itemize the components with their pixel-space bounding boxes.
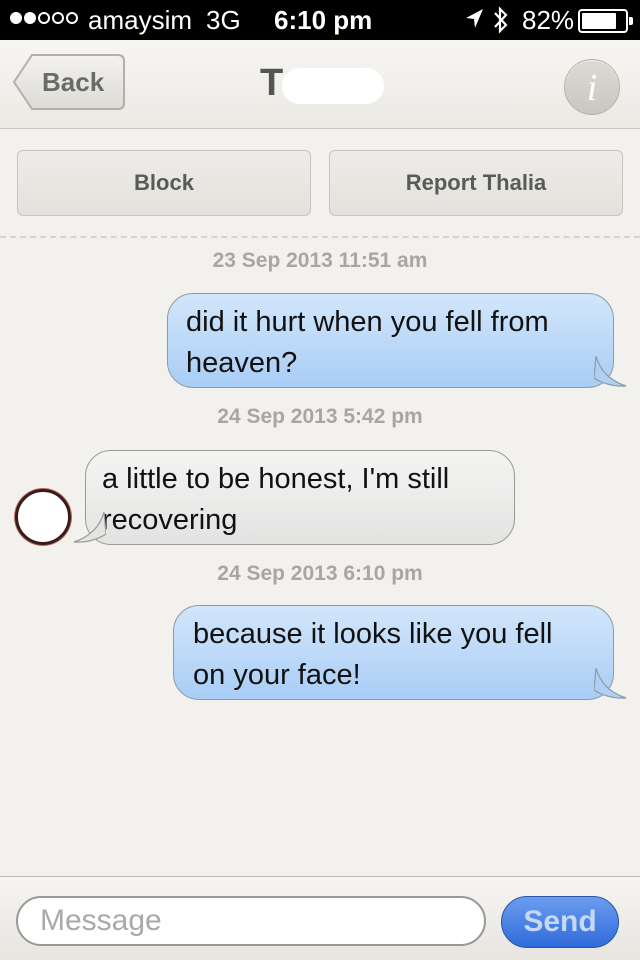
- signal-dot: [52, 12, 64, 24]
- message-line: heaven?: [186, 347, 298, 379]
- message-timestamp: 24 Sep 2013 6:10 pm: [217, 562, 423, 585]
- contact-avatar[interactable]: [15, 489, 71, 545]
- back-button[interactable]: Back: [12, 53, 126, 111]
- status-time: 6:10 pm: [274, 5, 373, 35]
- message-composer: Send: [0, 876, 640, 960]
- battery-nub: [629, 17, 633, 25]
- send-button[interactable]: Send: [501, 896, 619, 948]
- battery-percentage: 82%: [522, 5, 575, 35]
- back-button-label: Back: [42, 67, 105, 97]
- incoming-message-bubble[interactable]: a little to be honest, I'm still recover…: [85, 450, 515, 545]
- signal-dot: [66, 12, 78, 24]
- message-input[interactable]: [16, 896, 486, 946]
- location-arrow-icon: [463, 7, 485, 38]
- battery-icon: [578, 9, 633, 33]
- message-timestamp: 23 Sep 2013 11:51 am: [212, 249, 428, 272]
- bubble-tail: [594, 356, 627, 387]
- navigation-bar: Back T i: [0, 40, 640, 129]
- status-bar: amaysim 3G 6:10 pm 82%: [0, 0, 640, 40]
- message-line: did it hurt when you fell from: [186, 306, 549, 338]
- battery-level: [582, 13, 616, 29]
- message-line: because it looks like you fell: [193, 618, 553, 650]
- signal-dot: [10, 12, 22, 24]
- signal-dot: [38, 12, 50, 24]
- report-button[interactable]: Report Thalia: [329, 150, 623, 216]
- info-icon: i: [586, 67, 598, 109]
- bubble-tail: [73, 512, 106, 543]
- message-line: recovering: [102, 504, 238, 536]
- bubble-tail: [594, 668, 627, 699]
- message-timestamp: 24 Sep 2013 5:42 pm: [217, 405, 423, 428]
- info-button[interactable]: i: [564, 59, 620, 115]
- network-type: 3G: [206, 5, 241, 35]
- redaction-mark: [282, 68, 384, 104]
- signal-strength-icon: [10, 12, 78, 24]
- signal-dot: [24, 12, 36, 24]
- message-line: on your face!: [193, 659, 361, 691]
- bluetooth-icon: [492, 6, 510, 41]
- block-button[interactable]: Block: [17, 150, 311, 216]
- outgoing-message-bubble[interactable]: did it hurt when you fell from heaven?: [167, 293, 614, 388]
- outgoing-message-bubble[interactable]: because it looks like you fell on your f…: [173, 605, 614, 700]
- contact-name-title: T: [260, 62, 284, 104]
- carrier-name: amaysim: [88, 5, 193, 35]
- message-line: a little to be honest, I'm still: [102, 463, 450, 495]
- divider: [0, 236, 640, 238]
